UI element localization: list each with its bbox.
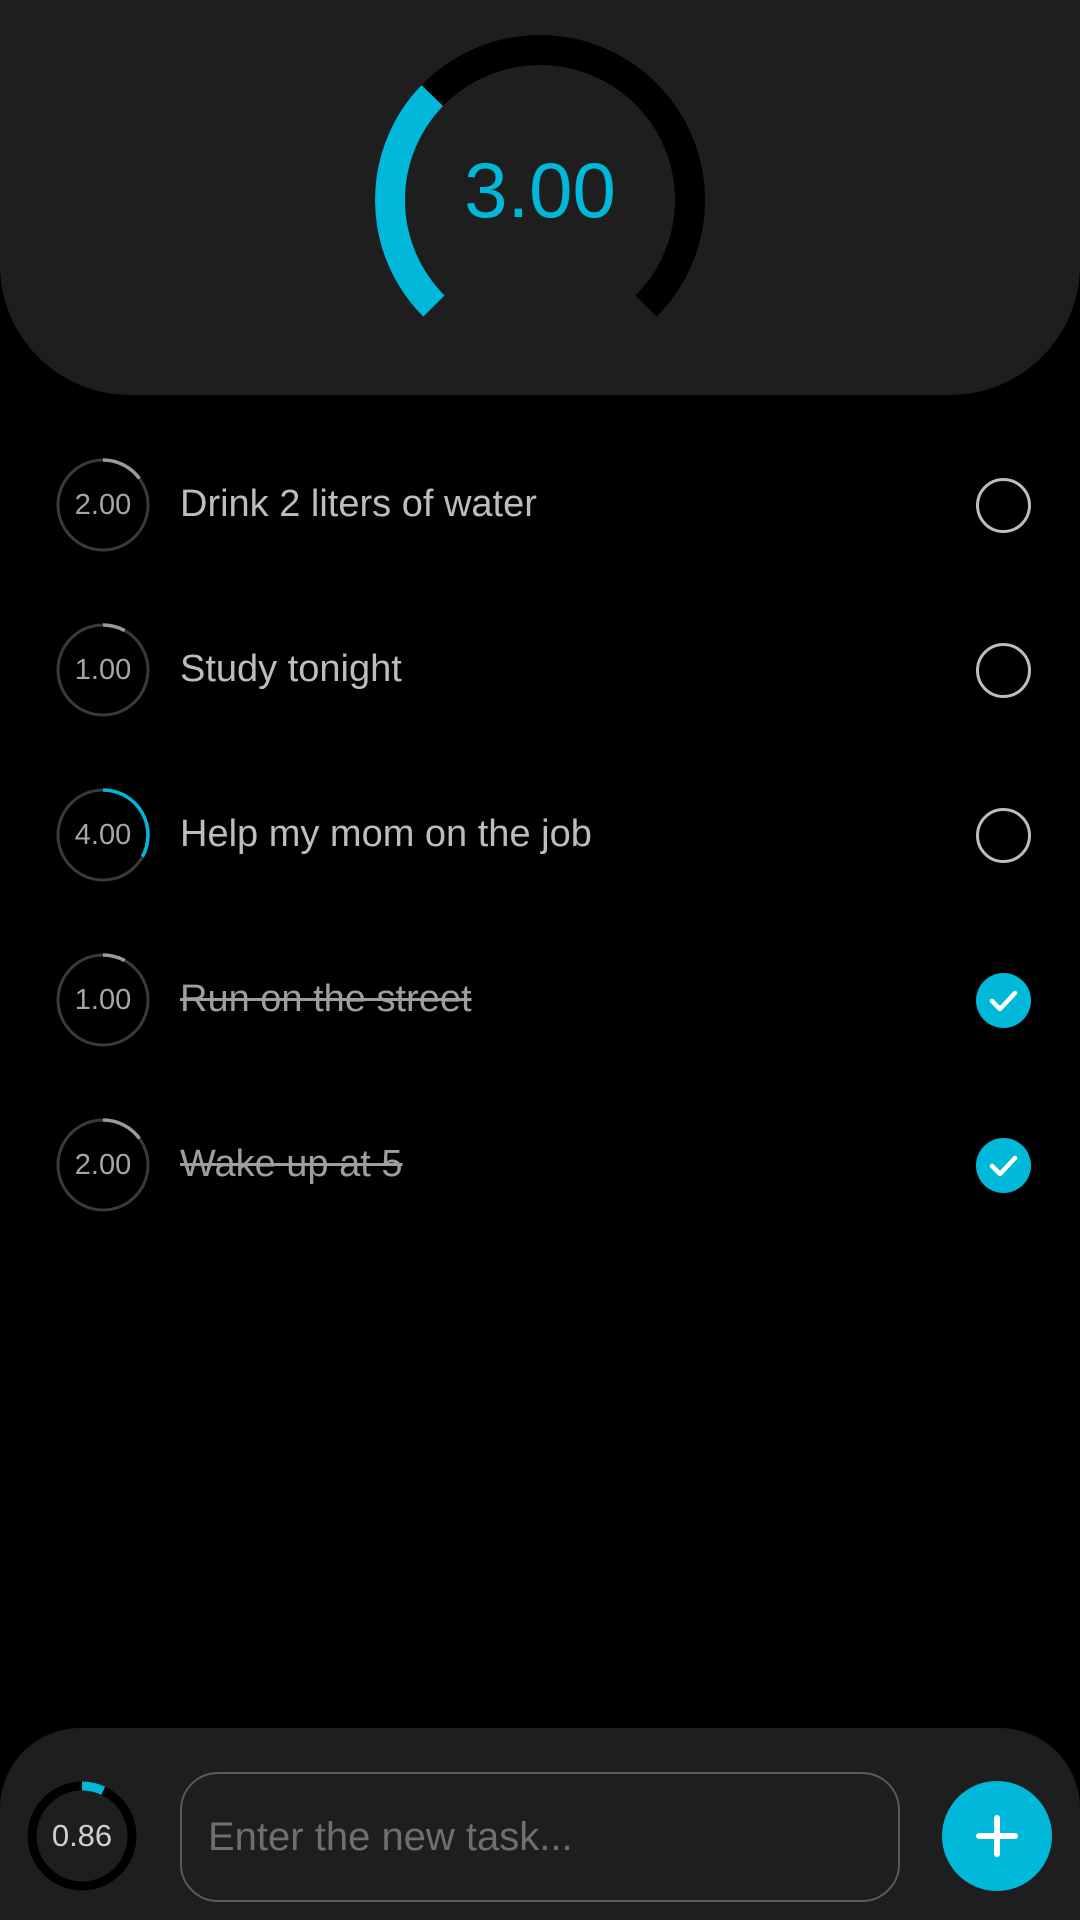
- task-score-value: 1.00: [74, 983, 132, 1016]
- mini-progress-ring: 0.86: [26, 1780, 138, 1892]
- plus-icon: [976, 1815, 1018, 1857]
- task-score-value: 2.00: [74, 1148, 132, 1181]
- header-panel: 3.00: [0, 0, 1080, 395]
- task-checkbox[interactable]: [976, 808, 1031, 863]
- task-checkbox[interactable]: [976, 478, 1031, 533]
- task-checkbox[interactable]: [976, 643, 1031, 698]
- task-item[interactable]: 1.00 Study tonight: [0, 585, 1080, 750]
- check-mark: [989, 1155, 1018, 1177]
- gauge-value: 3.00: [464, 145, 616, 234]
- mini-ring-value: 0.86: [51, 1818, 113, 1853]
- task-item[interactable]: 4.00 Help my mom on the job: [0, 750, 1080, 915]
- task-label: Help my mom on the job: [180, 813, 592, 855]
- task-label: Drink 2 liters of water: [180, 483, 537, 525]
- task-score-ring: 2.00: [55, 1117, 151, 1213]
- task-score-value: 2.00: [74, 488, 132, 521]
- footer-panel: 0.86: [0, 1728, 1080, 1920]
- task-score-value: 4.00: [74, 818, 132, 851]
- task-item[interactable]: 1.00 Run on the street: [0, 915, 1080, 1080]
- task-score-ring: 1.00: [55, 952, 151, 1048]
- task-list: 2.00 Drink 2 liters of water 1.00 Study ton…: [0, 420, 1080, 1245]
- task-item[interactable]: 2.00 Drink 2 liters of water: [0, 420, 1080, 585]
- task-score-value: 1.00: [74, 653, 132, 686]
- task-score-ring: 2.00: [55, 457, 151, 553]
- task-checkbox-checked[interactable]: [976, 1138, 1031, 1193]
- task-score-ring: 1.00: [55, 622, 151, 718]
- task-score-ring: 4.00: [55, 787, 151, 883]
- task-checkbox-checked[interactable]: [976, 973, 1031, 1028]
- check-icon: [989, 990, 1018, 1012]
- task-item[interactable]: 2.00 Wake up at 5: [0, 1080, 1080, 1245]
- add-task-button[interactable]: [942, 1781, 1052, 1891]
- task-label: Study tonight: [180, 648, 402, 690]
- new-task-input[interactable]: [180, 1772, 900, 1902]
- total-score-gauge: 3.00: [360, 20, 720, 380]
- check-icon: [989, 1155, 1018, 1177]
- check-mark: [989, 990, 1018, 1012]
- task-label: Run on the street: [180, 978, 472, 1020]
- task-label: Wake up at 5: [180, 1143, 403, 1185]
